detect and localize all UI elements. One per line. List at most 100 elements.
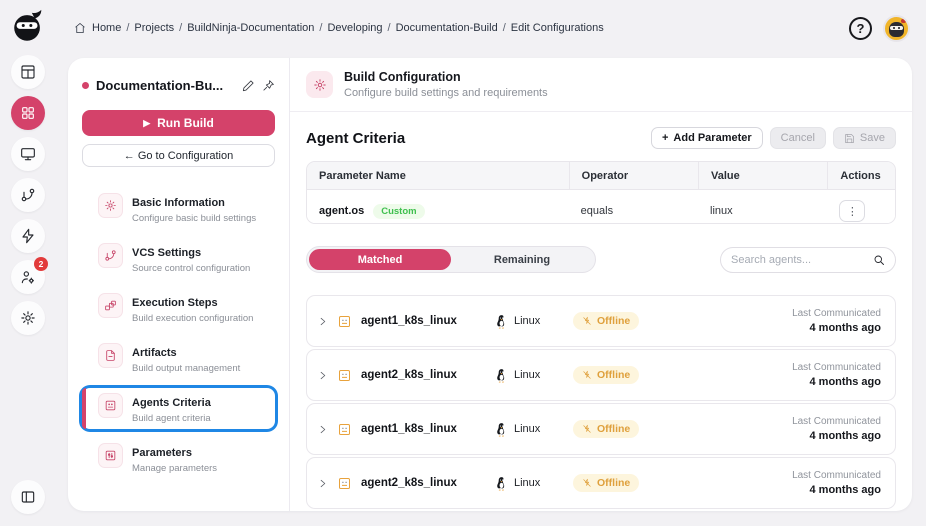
- agents-tabs: Matched Remaining: [306, 246, 596, 273]
- breadcrumb-subproject[interactable]: Developing: [327, 22, 382, 34]
- agent-os-label: Linux: [514, 423, 541, 435]
- sliders-icon: [98, 443, 123, 468]
- breadcrumb-home[interactable]: Home: [92, 22, 121, 34]
- rail-projects-button[interactable]: [11, 96, 45, 130]
- breadcrumb-project[interactable]: BuildNinja-Documentation: [187, 22, 314, 34]
- nav-item-title: Agents Criteria: [132, 397, 211, 409]
- status-label: Offline: [597, 369, 631, 381]
- run-build-label: Run Build: [157, 116, 214, 130]
- breadcrumb: Home / Projects / BuildNinja-Documentati…: [74, 22, 604, 34]
- help-button[interactable]: ?: [849, 16, 872, 40]
- gear-icon: [21, 311, 35, 325]
- user-avatar[interactable]: [883, 14, 910, 42]
- agent-icon: [339, 423, 350, 435]
- offline-zap-icon: [583, 424, 591, 433]
- run-build-button[interactable]: ▶ Run Build: [82, 110, 275, 136]
- chevron-right-icon[interactable]: [317, 370, 328, 381]
- linux-penguin-icon: [497, 314, 505, 328]
- save-button[interactable]: Save: [832, 127, 896, 149]
- nav-item-title: Parameters: [132, 447, 192, 459]
- breadcrumb-build[interactable]: Documentation-Build: [396, 22, 498, 34]
- offline-zap-icon: [583, 370, 591, 379]
- config-nav: Basic Information Configure basic build s…: [82, 188, 275, 479]
- agent-row[interactable]: agent2_k8s_linux Linux Offline Last Comm…: [306, 349, 896, 401]
- agent-row[interactable]: agent1_k8s_linux Linux Offline Last Comm…: [306, 403, 896, 455]
- col-parameter-name: Parameter Name: [319, 169, 406, 182]
- agent-os: Linux: [495, 368, 563, 383]
- search-icon[interactable]: [873, 254, 885, 266]
- edit-pencil-icon[interactable]: [242, 79, 255, 92]
- linux-penguin-icon: [497, 368, 505, 382]
- breadcrumb-projects[interactable]: Projects: [134, 22, 174, 34]
- home-icon: [75, 22, 85, 33]
- nav-item-artifacts[interactable]: Artifacts Build output management: [82, 338, 275, 379]
- app-logo-ninja-icon[interactable]: [9, 7, 47, 45]
- chevron-right-icon[interactable]: [317, 424, 328, 435]
- avatar-ninja-icon: [889, 21, 904, 37]
- notification-badge: 2: [34, 257, 48, 271]
- section-header: Agent Criteria + Add Parameter Cancel Sa…: [290, 112, 912, 149]
- page-subtitle: Configure build settings and requirement…: [344, 87, 548, 99]
- save-floppy-icon: [844, 133, 854, 143]
- zap-icon: [22, 228, 34, 244]
- last-communicated: Last Communicated 4 months ago: [792, 416, 881, 442]
- nav-item-subtitle: Source control configuration: [132, 263, 251, 274]
- status-badge: Offline: [573, 474, 640, 492]
- nav-item-title: Execution Steps: [132, 297, 218, 309]
- plus-icon: +: [661, 132, 669, 144]
- rail-monitor-button[interactable]: [11, 137, 45, 171]
- linux-penguin-icon: [497, 422, 505, 436]
- breadcrumb-separator: /: [179, 22, 183, 34]
- rail-settings-button[interactable]: [11, 301, 45, 335]
- chevron-right-icon[interactable]: [317, 478, 328, 489]
- kebab-menu-icon: ⋮: [846, 205, 858, 218]
- agent-name: agent2_k8s_linux: [361, 477, 457, 489]
- breadcrumb-current[interactable]: Edit Configurations: [511, 22, 604, 34]
- nav-item-vcs-settings[interactable]: VCS Settings Source control configuration: [82, 238, 275, 279]
- agent-os: Linux: [495, 314, 563, 329]
- rail-agents-button[interactable]: 2: [11, 257, 48, 294]
- agent-name: agent1_k8s_linux: [361, 315, 457, 327]
- agent-row[interactable]: agent2_k8s_linux Linux Offline Last Comm…: [306, 457, 896, 509]
- rail-collapse-button[interactable]: [11, 480, 45, 514]
- nav-item-subtitle: Build agent criteria: [132, 413, 211, 424]
- gear-icon: [98, 193, 123, 218]
- offline-zap-icon: [583, 316, 591, 325]
- parameters-table: Parameter Name Operator Value Actions ag…: [306, 161, 896, 224]
- tab-matched[interactable]: Matched: [309, 249, 451, 270]
- config-title-row: Documentation-Bu...: [82, 78, 275, 93]
- nav-item-execution-steps[interactable]: Execution Steps Build execution configura…: [82, 288, 275, 329]
- add-parameter-button[interactable]: + Add Parameter: [650, 127, 763, 149]
- cancel-button[interactable]: Cancel: [769, 127, 826, 149]
- status-label: Offline: [597, 477, 631, 489]
- pin-icon[interactable]: [262, 79, 275, 92]
- status-badge: Offline: [573, 420, 640, 438]
- gear-icon: [306, 71, 333, 98]
- nav-item-basic-information[interactable]: Basic Information Configure basic build s…: [82, 188, 275, 229]
- linux-penguin-icon: [497, 476, 505, 490]
- breadcrumb-separator: /: [126, 22, 130, 34]
- tab-remaining[interactable]: Remaining: [451, 249, 593, 270]
- agents-controls: Matched Remaining: [290, 224, 912, 273]
- agent-row[interactable]: agent1_k8s_linux Linux Offline Last Comm…: [306, 295, 896, 347]
- save-label: Save: [859, 132, 885, 144]
- go-to-configuration-button[interactable]: ← Go to Configuration: [82, 144, 275, 167]
- cancel-label: Cancel: [780, 132, 815, 144]
- nav-item-parameters[interactable]: Parameters Manage parameters: [82, 438, 275, 479]
- last-communicated: Last Communicated 4 months ago: [792, 470, 881, 496]
- rail-activity-button[interactable]: [11, 219, 45, 253]
- top-bar: Home / Projects / BuildNinja-Documentati…: [56, 0, 926, 56]
- rail-dashboard-button[interactable]: [11, 55, 45, 89]
- agent-icon: [339, 477, 350, 489]
- agent-os: Linux: [495, 476, 563, 491]
- nav-item-title: Artifacts: [132, 347, 177, 359]
- rail-vcs-button[interactable]: [11, 178, 45, 212]
- agent-os-label: Linux: [514, 369, 541, 381]
- search-input[interactable]: [731, 253, 867, 266]
- nav-item-title: VCS Settings: [132, 247, 202, 259]
- table-header-row: Parameter Name Operator Value Actions: [307, 162, 895, 190]
- chevron-right-icon[interactable]: [317, 316, 328, 327]
- nav-item-agents-criteria[interactable]: Agents Criteria Build agent criteria: [82, 388, 275, 429]
- breadcrumb-separator: /: [502, 22, 506, 34]
- row-actions-button[interactable]: ⋮: [839, 200, 866, 222]
